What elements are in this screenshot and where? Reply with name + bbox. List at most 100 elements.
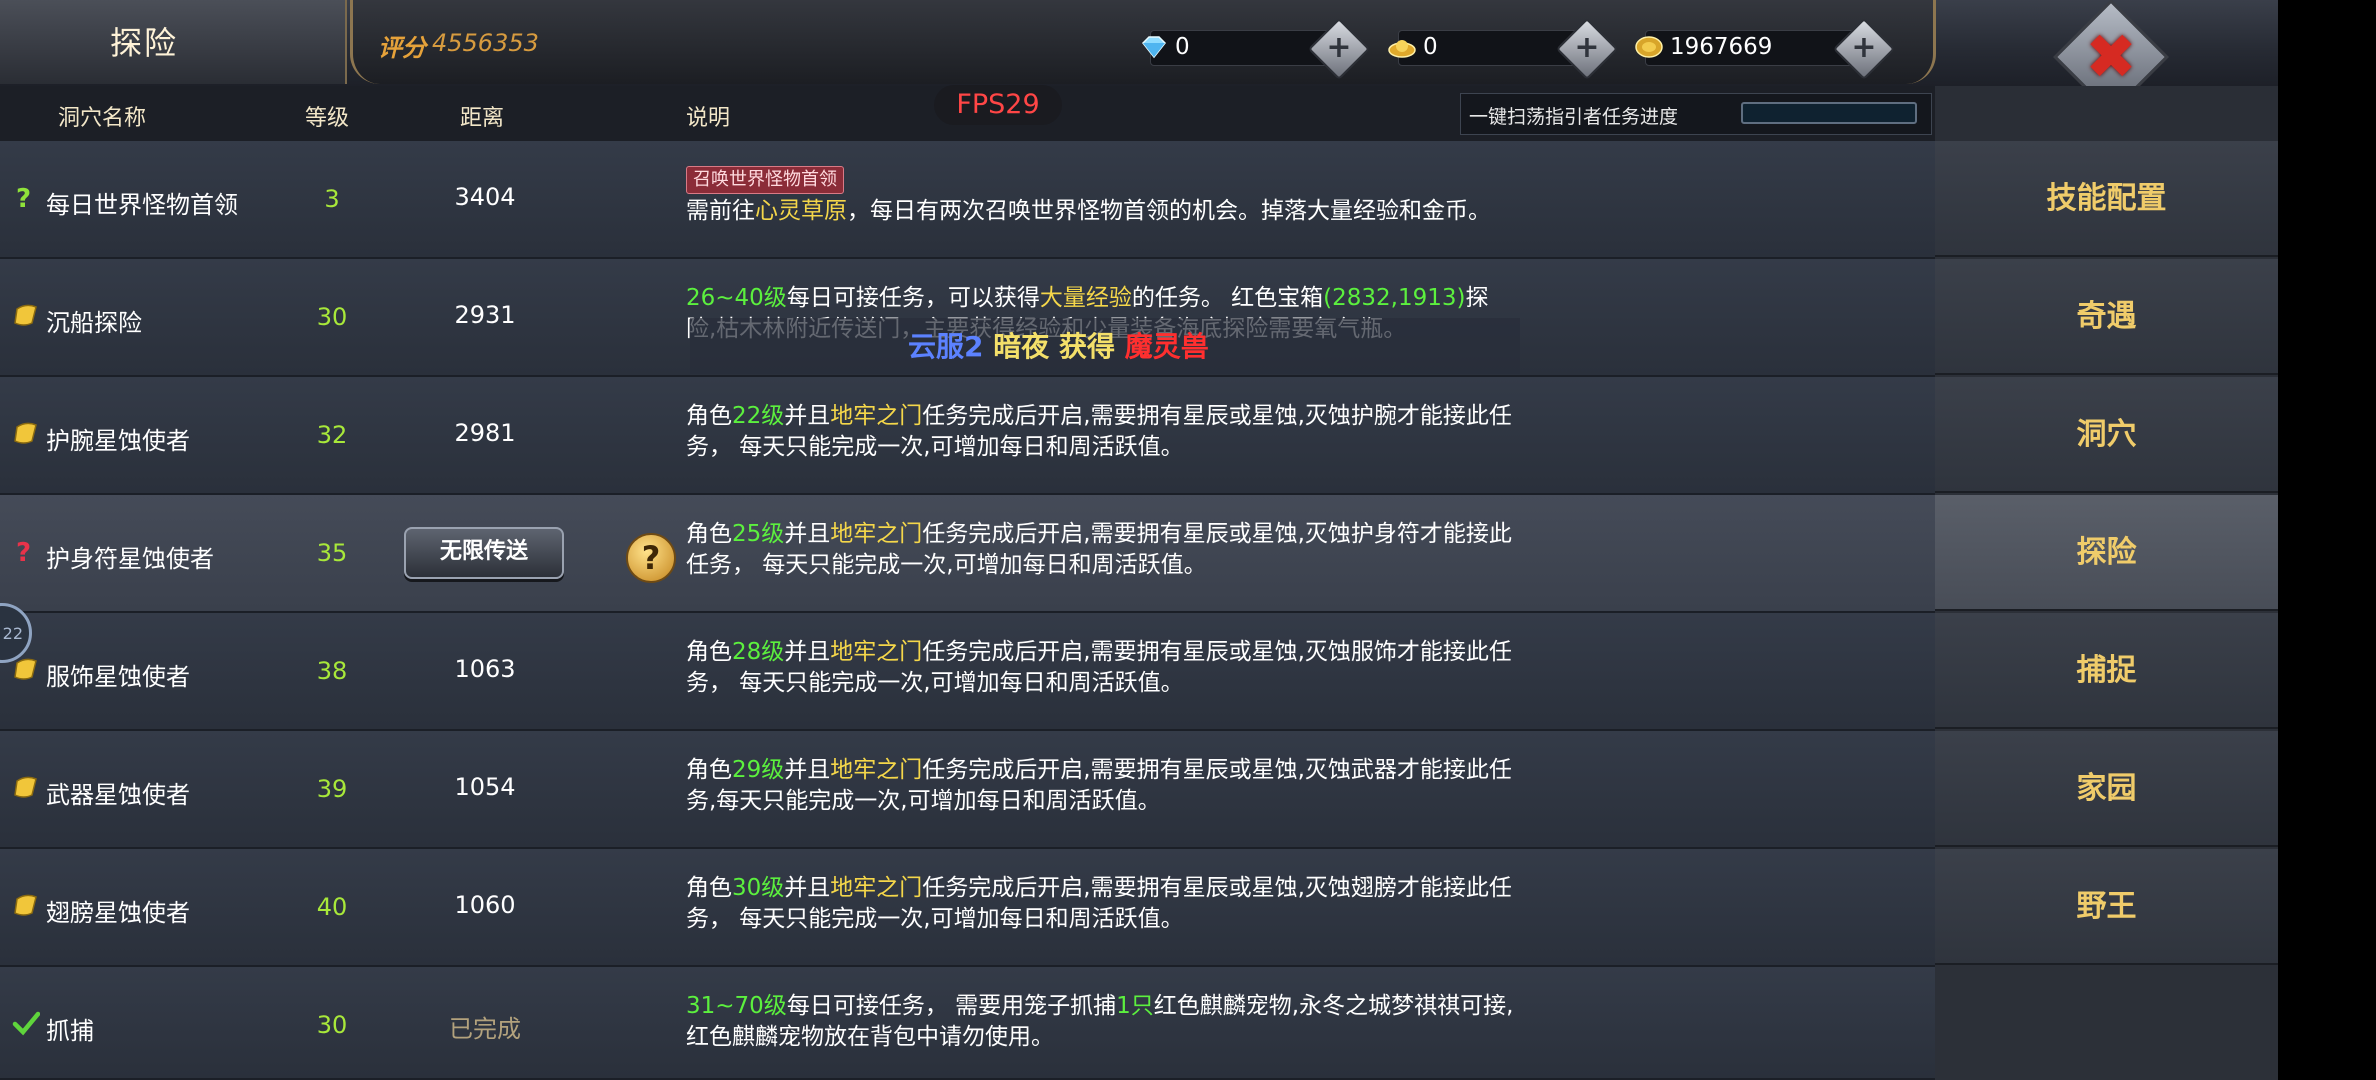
cave-description: 角色22级并且地牢之门任务完成后开启,需要拥有星辰或星蚀,灭蚀护腕才能接此任务，… xyxy=(686,401,1516,463)
page-title: 探险 xyxy=(110,24,179,62)
score-value: 4556353 xyxy=(432,29,539,57)
sidebar-item-capture[interactable]: 捕捉 xyxy=(1935,613,2278,729)
completed-status: 已完成 xyxy=(449,1015,521,1043)
plus-icon: + xyxy=(1574,30,1600,65)
score-label: 评分 xyxy=(378,34,426,62)
teleport-button[interactable]: 无限传送 xyxy=(404,527,564,579)
table-row-selected[interactable]: ? 护身符星蚀使者 35 无限传送 ? 角色25级并且地牢之门任务完成后开启,需… xyxy=(0,495,1935,613)
cave-level: 3 xyxy=(324,185,340,213)
desc-highlight: 地牢之门 xyxy=(830,875,923,901)
checkmark-icon xyxy=(12,1011,40,1036)
scroll-icon xyxy=(14,776,37,798)
desc-level: 30级 xyxy=(732,875,785,901)
table-row[interactable]: 武器星蚀使者 39 1054 角色29级并且地牢之门任务完成后开启,需要拥有星辰… xyxy=(0,731,1935,849)
desc-level-range: 31~70级 xyxy=(686,993,787,1019)
svg-text:?: ? xyxy=(16,184,31,211)
desc-highlight: 心灵草原 xyxy=(755,198,847,224)
coin-slot: 1967669 + xyxy=(1635,17,1896,81)
reward-name: 魔灵兽 xyxy=(1124,330,1209,363)
desc-level: 22级 xyxy=(732,403,785,429)
cave-name: 每日世界怪物首领 xyxy=(46,191,238,219)
scroll-icon xyxy=(14,304,37,326)
side-menu: 技能配置 奇遇 洞穴 探险 捕捉 家园 野王 xyxy=(1935,141,2278,1080)
desc-level: 25级 xyxy=(732,521,785,547)
svg-text:?: ? xyxy=(16,538,31,565)
col-desc: 说明 xyxy=(686,106,731,131)
cave-description: 角色25级并且地牢之门任务完成后开启,需要拥有星辰或星蚀,灭蚀护身符才能接此任务… xyxy=(686,519,1516,581)
sidebar-item-adventure[interactable]: 探险 xyxy=(1935,495,2278,611)
gold-ingot-icon xyxy=(1388,40,1416,58)
desc-highlight: 地牢之门 xyxy=(830,757,923,783)
gold-coin-icon xyxy=(1635,36,1663,58)
sweep-progress-bar xyxy=(1741,102,1917,124)
table-row[interactable]: 抓捕 30 已完成 31~70级每日可接任务， 需要用笼子抓捕1只红色麒麟宠物,… xyxy=(0,967,1935,1080)
ingot-slot: 0 + xyxy=(1388,17,1619,81)
desc-text: ，每日有两次召唤世界怪物首领的机会。掉落大量经验和金币。 xyxy=(847,198,1491,224)
fps-counter: FPS29 xyxy=(934,85,1062,125)
desc-count: 1只 xyxy=(1116,993,1154,1019)
cave-name: 服饰星蚀使者 xyxy=(46,663,190,691)
cave-level: 38 xyxy=(316,657,348,685)
diamond-value: 0 xyxy=(1175,34,1190,60)
screen-edge xyxy=(2278,0,2376,1080)
sweep-label: 一键扫荡指引者任务进度 xyxy=(1469,106,1679,128)
scroll-icon xyxy=(14,422,37,444)
cave-level: 39 xyxy=(316,775,348,803)
cave-description: 角色29级并且地牢之门任务完成后开启,需要拥有星辰或星蚀,灭蚀武器才能接此任务,… xyxy=(686,755,1516,817)
desc-text: 的任务。 红色宝箱 xyxy=(1131,285,1324,311)
desc-text: 并且 xyxy=(784,403,831,429)
desc-text: 角色 xyxy=(686,639,732,665)
cave-distance: 3404 xyxy=(454,183,516,211)
sidebar-item-home[interactable]: 家园 xyxy=(1935,731,2278,847)
sidebar-item-encounter[interactable]: 奇遇 xyxy=(1935,259,2278,375)
cave-description: 角色28级并且地牢之门任务完成后开启,需要拥有星辰或星蚀,灭蚀服饰才能接此任务，… xyxy=(686,637,1516,699)
question-mark-green-icon: ? xyxy=(16,184,31,211)
player-name: 暗夜 xyxy=(993,330,1050,363)
plus-icon: + xyxy=(1851,30,1877,65)
desc-text: 每日可接任务， 需要用笼子抓捕 xyxy=(786,993,1117,1019)
desc-highlight: 地牢之门 xyxy=(830,521,923,547)
sidebar-item-skill-config[interactable]: 技能配置 xyxy=(1935,141,2278,257)
cave-description: 31~70级每日可接任务， 需要用笼子抓捕1只红色麒麟宠物,永冬之城梦祺祺可接,… xyxy=(686,991,1516,1053)
sweep-progress: 一键扫荡指引者任务进度 xyxy=(1460,93,1932,135)
desc-level: 28级 xyxy=(732,639,785,665)
summon-badge[interactable]: 召唤世界怪物首领 xyxy=(686,166,844,194)
desc-highlight: 地牢之门 xyxy=(830,639,923,665)
diamond-slot: 0 + xyxy=(1141,17,1371,81)
desc-coordinates[interactable]: (2832,1913) xyxy=(1323,285,1465,311)
cave-name: 护身符星蚀使者 xyxy=(46,545,214,573)
top-bar: 探险 评分 4556353 0 + 0 + 1967669 + xyxy=(0,0,2278,88)
question-mark-red-icon: ? xyxy=(16,538,31,565)
col-level: 等级 xyxy=(305,106,350,131)
broadcast-text: 云服2 暗夜 获得 魔灵兽 xyxy=(908,325,1209,365)
table-row[interactable]: ? 每日世界怪物首领 3 3404 召唤世界怪物首领 需前往心灵草原，每日有两次… xyxy=(0,141,1935,259)
desc-level: 29级 xyxy=(732,757,785,783)
sidebar-item-cave[interactable]: 洞穴 xyxy=(1935,377,2278,493)
desc-text: 角色 xyxy=(686,403,732,429)
cave-level: 40 xyxy=(316,893,348,921)
desc-text: 角色 xyxy=(686,875,732,901)
help-icon[interactable]: ? xyxy=(626,533,676,583)
cave-distance: 1063 xyxy=(454,655,516,683)
cave-name: 护腕星蚀使者 xyxy=(46,427,190,455)
table-row[interactable]: 翅膀星蚀使者 40 1060 角色30级并且地牢之门任务完成后开启,需要拥有星辰… xyxy=(0,849,1935,967)
col-name: 洞穴名称 xyxy=(58,106,147,131)
cave-name: 翅膀星蚀使者 xyxy=(46,899,190,927)
ingot-value: 0 xyxy=(1423,34,1438,60)
desc-text: 并且 xyxy=(784,639,831,665)
desc-highlight: 地牢之门 xyxy=(830,403,923,429)
diamond-icon xyxy=(1141,36,1167,59)
desc-text: 需前往 xyxy=(686,198,755,224)
table-row[interactable]: 服饰星蚀使者 38 1063 角色28级并且地牢之门任务完成后开启,需要拥有星辰… xyxy=(0,613,1935,731)
coin-value: 1967669 xyxy=(1670,34,1773,60)
scroll-icon xyxy=(14,894,37,916)
adventure-panel: 探险 评分 4556353 0 + 0 + 1967669 + ✖ 洞穴名称 等… xyxy=(0,0,2278,1080)
cave-distance: 1054 xyxy=(454,773,516,801)
cave-name: 沉船探险 xyxy=(46,309,142,337)
desc-highlight: 大量经验 xyxy=(1039,285,1132,311)
desc-text: 并且 xyxy=(784,875,831,901)
sidebar-item-wild-king[interactable]: 野王 xyxy=(1935,849,2278,965)
cave-distance: 1060 xyxy=(454,891,516,919)
desc-text: 并且 xyxy=(784,521,831,547)
table-row[interactable]: 护腕星蚀使者 32 2981 角色22级并且地牢之门任务完成后开启,需要拥有星辰… xyxy=(0,377,1935,495)
